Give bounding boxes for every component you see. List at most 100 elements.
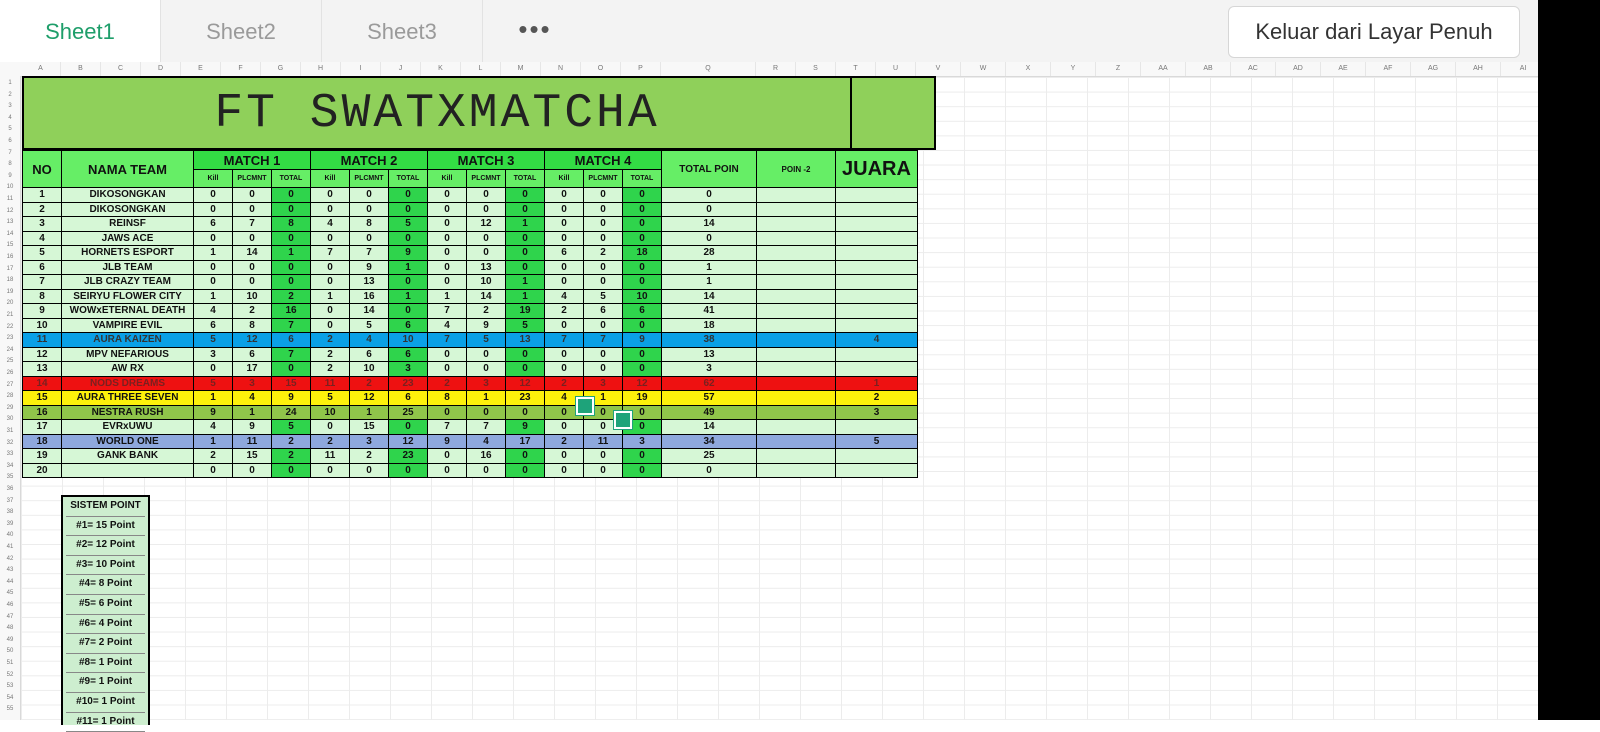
cell-kill[interactable]: 0 <box>310 419 350 435</box>
column-header-B[interactable]: B <box>61 62 101 76</box>
row-header[interactable]: 4 <box>0 115 20 121</box>
cell-poin-2[interactable] <box>756 259 836 275</box>
column-header-V[interactable]: V <box>916 62 961 76</box>
cell-no[interactable]: 5 <box>22 245 62 261</box>
cell-placement[interactable]: 0 <box>583 361 623 377</box>
cell-match-total[interactable]: 23 <box>388 375 428 391</box>
cell-placement[interactable]: 5 <box>583 288 623 304</box>
cell-kill[interactable]: 0 <box>427 361 467 377</box>
cell-poin-2[interactable] <box>756 187 836 203</box>
tab-sheet3[interactable]: Sheet3 <box>322 0 483 62</box>
cell-placement[interactable]: 0 <box>583 317 623 333</box>
row-header[interactable]: 1 <box>0 80 20 86</box>
row-header[interactable]: 11 <box>0 196 20 202</box>
cell-poin-2[interactable] <box>756 361 836 377</box>
team-row[interactable]: 18 WORLD ONE 1 11 2 2 3 12 9 4 17 2 11 3 34 5 <box>22 433 918 449</box>
cell-juara[interactable] <box>835 274 918 290</box>
cell-poin-2[interactable] <box>756 448 836 464</box>
cell-kill[interactable]: 0 <box>193 259 233 275</box>
cell-placement[interactable]: 0 <box>466 245 506 261</box>
cell-kill[interactable]: 6 <box>544 245 584 261</box>
cell-placement[interactable]: 1 <box>466 390 506 406</box>
cell-kill[interactable]: 3 <box>193 346 233 362</box>
cell-placement[interactable]: 2 <box>349 375 389 391</box>
cell-no[interactable]: 6 <box>22 259 62 275</box>
cell-poin-2[interactable] <box>756 303 836 319</box>
cell-poin-2[interactable] <box>756 332 836 348</box>
cell-match-total[interactable]: 6 <box>388 346 428 362</box>
cell-poin-2[interactable] <box>756 288 836 304</box>
column-header-F[interactable]: F <box>221 62 261 76</box>
cell-match-total[interactable]: 5 <box>271 419 311 435</box>
team-row[interactable]: 17 EVRxUWU 4 9 5 0 15 0 7 7 9 0 0 0 14 <box>22 419 918 435</box>
column-header-C[interactable]: C <box>101 62 141 76</box>
cell-match-total[interactable]: 16 <box>271 303 311 319</box>
row-header[interactable]: 27 <box>0 382 20 388</box>
cell-placement[interactable]: 17 <box>232 361 272 377</box>
cell-placement[interactable]: 6 <box>583 303 623 319</box>
row-header[interactable]: 8 <box>0 161 20 167</box>
row-header[interactable]: 25 <box>0 358 20 364</box>
cell-kill[interactable]: 2 <box>427 375 467 391</box>
team-row[interactable]: 3 REINSF 6 7 8 4 8 5 0 12 1 0 0 0 14 <box>22 216 918 232</box>
cell-placement[interactable]: 12 <box>349 390 389 406</box>
team-row[interactable]: 13 AW RX 0 17 0 2 10 3 0 0 0 0 0 0 3 <box>22 361 918 377</box>
cell-placement[interactable]: 0 <box>583 230 623 246</box>
cell-placement[interactable]: 0 <box>232 259 272 275</box>
cell-placement[interactable]: 0 <box>583 216 623 232</box>
cell-match-total[interactable]: 0 <box>505 230 545 246</box>
cell-no[interactable]: 13 <box>22 361 62 377</box>
row-header[interactable]: 34 <box>0 463 20 469</box>
cell-placement[interactable]: 0 <box>466 346 506 362</box>
cell-kill[interactable]: 0 <box>310 274 350 290</box>
cell-kill[interactable]: 5 <box>193 332 233 348</box>
cell-placement[interactable]: 0 <box>583 201 623 217</box>
cell-placement[interactable]: 15 <box>232 448 272 464</box>
cell-no[interactable]: 15 <box>22 390 62 406</box>
tab-sheet1[interactable]: Sheet1 <box>0 0 161 62</box>
cell-kill[interactable]: 4 <box>193 419 233 435</box>
row-header[interactable]: 43 <box>0 567 20 573</box>
cell-match-total[interactable]: 17 <box>505 433 545 449</box>
cell-no[interactable]: 17 <box>22 419 62 435</box>
cell-kill[interactable]: 2 <box>310 361 350 377</box>
cell-match-total[interactable]: 0 <box>271 201 311 217</box>
cell-match-total[interactable]: 6 <box>622 303 662 319</box>
cell-placement[interactable]: 7 <box>232 216 272 232</box>
cell-team-name[interactable] <box>61 462 194 478</box>
cell-match-total[interactable]: 0 <box>388 201 428 217</box>
cell-kill[interactable]: 0 <box>544 317 584 333</box>
cell-match-total[interactable]: 0 <box>505 448 545 464</box>
cell-poin-2[interactable] <box>756 462 836 478</box>
cell-placement[interactable]: 2 <box>583 245 623 261</box>
row-header[interactable]: 3 <box>0 103 20 109</box>
cell-match-total[interactable]: 6 <box>271 332 311 348</box>
cell-placement[interactable]: 9 <box>466 317 506 333</box>
cell-match-total[interactable]: 19 <box>622 390 662 406</box>
row-header[interactable]: 44 <box>0 579 20 585</box>
cell-match-total[interactable]: 0 <box>622 317 662 333</box>
cell-total-poin[interactable]: 41 <box>661 303 757 319</box>
cell-placement[interactable]: 7 <box>583 332 623 348</box>
column-header-D[interactable]: D <box>141 62 181 76</box>
cell-total-poin[interactable]: 1 <box>661 274 757 290</box>
cell-match-total[interactable]: 0 <box>505 346 545 362</box>
cell-match-total[interactable]: 0 <box>622 361 662 377</box>
cell-juara[interactable] <box>835 259 918 275</box>
cell-match-total[interactable]: 15 <box>271 375 311 391</box>
cell-total-poin[interactable]: 13 <box>661 346 757 362</box>
cell-total-poin[interactable]: 3 <box>661 361 757 377</box>
cell-placement[interactable]: 7 <box>349 245 389 261</box>
cell-kill[interactable]: 1 <box>193 245 233 261</box>
column-header-G[interactable]: G <box>261 62 301 76</box>
cell-placement[interactable]: 16 <box>466 448 506 464</box>
cell-total-poin[interactable]: 14 <box>661 288 757 304</box>
team-row[interactable]: 20 0 0 0 0 0 0 0 0 0 0 0 0 0 <box>22 462 918 478</box>
row-header[interactable]: 31 <box>0 428 20 434</box>
cell-kill[interactable]: 0 <box>310 259 350 275</box>
cell-kill[interactable]: 7 <box>310 245 350 261</box>
team-row[interactable]: 10 VAMPIRE EVIL 6 8 7 0 5 6 4 9 5 0 0 0 18 <box>22 317 918 333</box>
row-header[interactable]: 20 <box>0 300 20 306</box>
column-header-AD[interactable]: AD <box>1276 62 1321 76</box>
cell-no[interactable]: 8 <box>22 288 62 304</box>
